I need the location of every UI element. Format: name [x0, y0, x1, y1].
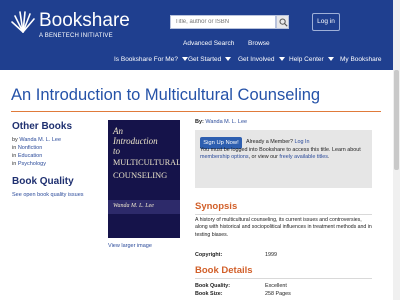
copyright-row: Copyright: 1999 [195, 252, 277, 258]
in-prefix: in [12, 145, 17, 151]
login-button[interactable]: Log in [312, 13, 340, 31]
already-member-text: Already a Member? [246, 139, 294, 145]
membership-options-link[interactable]: membership options [200, 154, 249, 160]
title-divider [11, 111, 381, 112]
nav-get-involved[interactable]: Get Involved [238, 56, 285, 63]
brand-name: Bookshare [39, 10, 130, 31]
section-divider [195, 278, 372, 279]
cover-title-line: MULTICULTURAL [113, 158, 180, 167]
signup-body-text: . [327, 154, 330, 160]
cover-title-line: to [113, 146, 121, 156]
other-books-heading: Other Books [12, 121, 73, 132]
category-link-education[interactable]: Education [18, 153, 42, 159]
in-prefix: in [12, 153, 17, 159]
free-titles-link[interactable]: freely available titles [279, 154, 328, 160]
copyright-label: Copyright: [195, 252, 223, 258]
synopsis-heading: Synopsis [195, 201, 238, 212]
nav-label: Is Bookshare For Me? [114, 56, 178, 63]
book-quality-row: Book Quality: Excellent [195, 283, 287, 289]
book-quality-heading: Book Quality [12, 176, 74, 187]
cover-title-line: Introduction [113, 136, 158, 146]
nav-my-bookshare[interactable]: My Bookshare [340, 56, 382, 63]
nav-label: Get Involved [238, 56, 275, 63]
author-link[interactable]: Wanda M. L. Lee [19, 137, 61, 143]
chevron-down-icon [327, 57, 334, 62]
book-size-label: Book Size: [195, 291, 223, 297]
category-item: in Education [12, 153, 42, 159]
book-quality-label: Book Quality: [195, 283, 231, 289]
quality-issues-label: See open book quality issues [12, 192, 84, 198]
signup-body-text: You must be logged into Bookshare to acc… [200, 146, 361, 153]
view-larger-image-link[interactable]: View larger image [108, 243, 152, 249]
chevron-down-icon [278, 57, 285, 62]
chevron-down-icon [225, 57, 232, 62]
other-books-by: by Wanda M. L. Lee [12, 137, 61, 143]
site-header: Bookshare A BENETECH INITIATIVE Log in A… [0, 0, 400, 70]
nav-label: Get Started [188, 56, 222, 63]
nav-label: Help Center [289, 56, 324, 63]
copyright-value: 1999 [265, 252, 277, 258]
sunburst-icon [11, 11, 35, 33]
scrollbar-thumb[interactable] [394, 70, 399, 170]
nav-bookshare-for-me[interactable]: Is Bookshare For Me? [114, 56, 188, 63]
cover-title-line: An [113, 126, 123, 136]
brand-tagline: A BENETECH INITIATIVE [39, 33, 113, 39]
book-quality-value: Excellent [265, 283, 287, 289]
search-button[interactable] [276, 15, 289, 29]
page-title: An Introduction to Multicultural Counsel… [11, 86, 321, 104]
category-item: in Psychology [12, 161, 46, 167]
bookshare-logo[interactable]: Bookshare A BENETECH INITIATIVE [9, 8, 179, 48]
log-in-link[interactable]: Log In [295, 139, 310, 145]
signup-message: Already a Member? Log In You must be logg… [200, 139, 370, 162]
book-cover-image[interactable]: An Introduction to MULTICULTURAL COUNSEL… [108, 120, 180, 238]
author-link[interactable]: Wanda M. L. Lee [205, 119, 247, 125]
synopsis-text: A history of multicultural counseling, i… [195, 217, 372, 238]
by-prefix: by [12, 137, 18, 143]
nav-help-center[interactable]: Help Center [289, 56, 334, 63]
category-link-nonfiction[interactable]: Nonfiction [18, 145, 42, 151]
search-input[interactable] [170, 15, 276, 29]
book-size-row: Book Size: 258 Pages [195, 291, 291, 297]
cover-author: Wanda M. L. Lee [113, 203, 154, 209]
signup-body-text: , or view our [248, 154, 278, 160]
in-prefix: in [12, 161, 17, 167]
book-size-value: 258 Pages [265, 291, 291, 297]
book-details-heading: Book Details [195, 265, 253, 276]
nav-get-started[interactable]: Get Started [188, 56, 232, 63]
cover-title-line: COUNSELING [113, 170, 168, 180]
browse-link[interactable]: Browse [248, 40, 270, 47]
by-label: By: [195, 119, 204, 125]
category-link-psychology[interactable]: Psychology [18, 161, 46, 167]
quality-issues-link[interactable]: See open book quality issues [12, 192, 84, 198]
search-icon [279, 18, 288, 27]
advanced-search-link[interactable]: Advanced Search [183, 40, 234, 47]
author-line: By: Wanda M. L. Lee [195, 119, 247, 125]
category-item: in Nonfiction [12, 145, 42, 151]
section-divider [195, 214, 372, 215]
